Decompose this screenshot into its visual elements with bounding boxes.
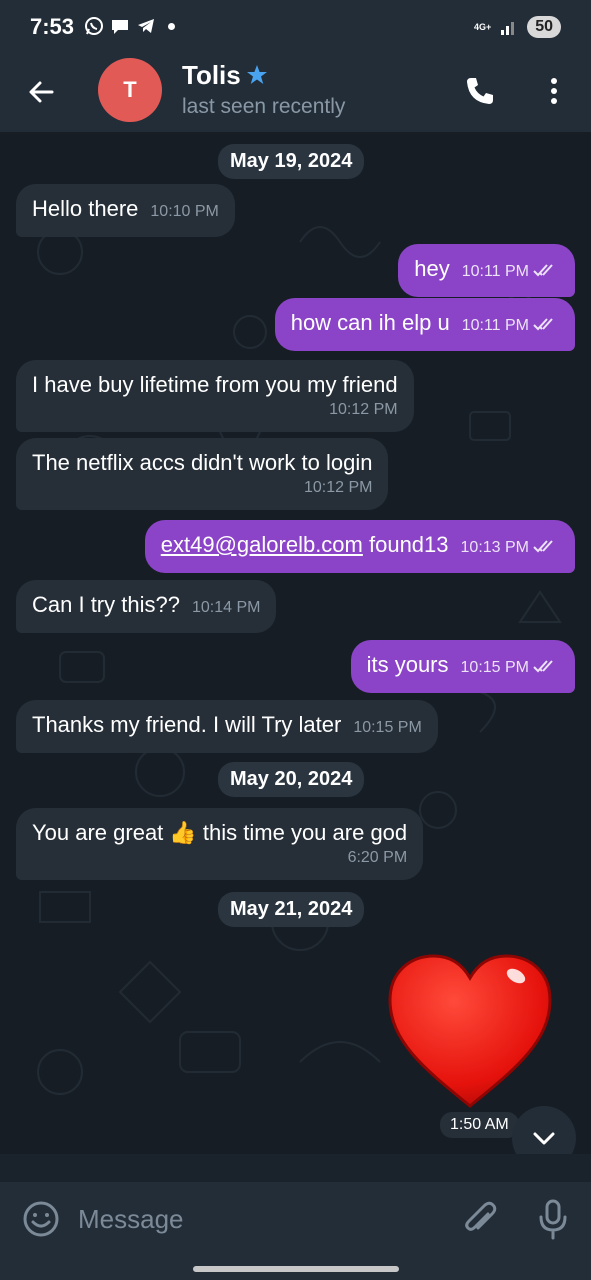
- message-text: Thanks my friend. I will Try later: [32, 712, 342, 737]
- microphone-icon[interactable]: [536, 1198, 570, 1240]
- email-link[interactable]: ext49@galorelb.com: [161, 532, 363, 557]
- thumbs-up-emoji: 👍: [169, 820, 197, 845]
- phone-call-icon[interactable]: [463, 74, 497, 108]
- message-text: this time you are god: [196, 820, 408, 845]
- date-separator: May 21, 2024: [218, 892, 365, 927]
- outgoing-message[interactable]: hey 10:11 PM: [398, 244, 575, 297]
- incoming-message[interactable]: I have buy lifetime from you my friend 1…: [16, 360, 414, 432]
- message-time: 10:12 PM: [304, 479, 373, 496]
- telegram-icon: [138, 19, 154, 33]
- incoming-message[interactable]: Can I try this?? 10:14 PM: [16, 580, 277, 633]
- outgoing-message[interactable]: ext49@galorelb.com found13 10:13 PM: [144, 520, 575, 573]
- heart-sticker[interactable]: [386, 952, 554, 1108]
- notification-icons: [84, 16, 175, 36]
- outgoing-message[interactable]: how can ih elp u 10:11 PM: [274, 298, 575, 351]
- emoji-icon[interactable]: [22, 1200, 60, 1238]
- avatar[interactable]: T: [98, 58, 162, 122]
- message-text: I have buy lifetime from you my friend: [32, 372, 398, 397]
- whatsapp-icon: [85, 17, 103, 35]
- chevron-down-icon: [533, 1132, 555, 1145]
- chat-header: T Tolis last seen recently: [0, 56, 591, 132]
- outgoing-message[interactable]: its yours 10:15 PM: [350, 640, 575, 693]
- home-gesture-handle[interactable]: [193, 1266, 399, 1272]
- message-text: Hello there: [32, 196, 139, 221]
- more-options-icon[interactable]: [540, 74, 568, 108]
- message-time: 10:14 PM: [191, 599, 261, 616]
- message-time: 6:20 PM: [347, 849, 408, 866]
- chat-bubble-icon: [112, 20, 128, 34]
- message-text: found13: [362, 532, 449, 557]
- message-input[interactable]: [78, 1200, 438, 1238]
- date-separator: May 19, 2024: [218, 144, 365, 179]
- read-receipt-icon: [533, 540, 553, 553]
- message-time: 1:50 AM: [440, 1112, 519, 1138]
- message-time: 10:11 PM: [461, 263, 529, 280]
- message-time: 10:15 PM: [353, 719, 422, 736]
- message-input-bar: [0, 1182, 591, 1258]
- message-text: You are great: [32, 820, 170, 845]
- signal-icon: [501, 22, 515, 35]
- message-text: Can I try this??: [32, 592, 180, 617]
- message-text: its yours: [366, 652, 449, 677]
- message-time: 10:10 PM: [150, 203, 219, 220]
- contact-name[interactable]: Tolis: [182, 60, 241, 91]
- attachment-icon[interactable]: [462, 1200, 498, 1240]
- incoming-message[interactable]: You are great 👍 this time you are god 6:…: [16, 808, 424, 880]
- last-seen-status: last seen recently: [182, 95, 346, 118]
- message-time: 10:13 PM: [460, 539, 529, 556]
- battery-level: 50: [527, 16, 561, 38]
- message-text: hey: [414, 256, 450, 281]
- incoming-message[interactable]: The netflix accs didn't work to login 10…: [16, 438, 389, 510]
- system-navigation-bar: [0, 1258, 591, 1280]
- status-time: 7:53: [30, 14, 75, 39]
- message-text: The netflix accs didn't work to login: [32, 450, 373, 475]
- message-text: how can ih elp u: [290, 310, 450, 335]
- status-bar: 7:53 4G+ 50: [0, 0, 591, 56]
- message-time: 10:12 PM: [329, 401, 398, 418]
- system-icons: 4G+ 50: [474, 16, 561, 38]
- more-notifications-dot: [168, 22, 175, 30]
- verified-star-icon: [247, 65, 267, 84]
- network-type: 4G+: [473, 21, 492, 32]
- read-receipt-icon: [533, 264, 553, 277]
- read-receipt-icon: [533, 318, 553, 331]
- incoming-message[interactable]: Thanks my friend. I will Try later 10:15 …: [16, 700, 438, 753]
- back-arrow-icon[interactable]: [24, 74, 60, 110]
- chat-messages-area[interactable]: May 19, 2024 Hello there 10:10 PM hey 10:1…: [0, 132, 591, 1154]
- date-separator: May 20, 2024: [218, 762, 365, 797]
- message-time: 10:11 PM: [461, 317, 529, 334]
- incoming-message[interactable]: Hello there 10:10 PM: [16, 184, 235, 237]
- message-time: 10:15 PM: [460, 659, 529, 676]
- read-receipt-icon: [533, 660, 553, 673]
